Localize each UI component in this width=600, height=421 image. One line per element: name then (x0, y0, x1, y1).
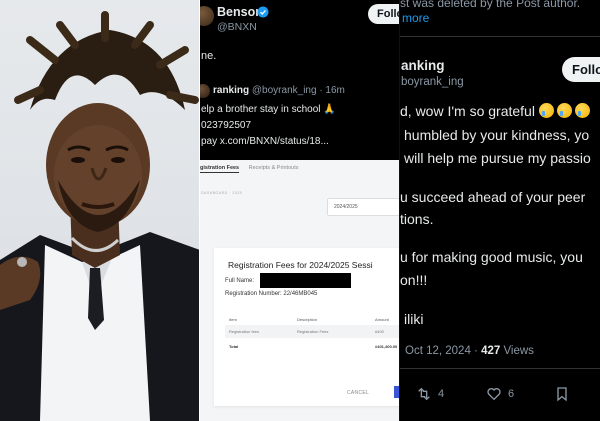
follow-button[interactable]: Follo (368, 4, 400, 24)
heart-icon (487, 388, 501, 401)
table-cell: Registration fees (229, 329, 260, 334)
middle-tweet-panel: Benson @BNXN Follo ne. ranking @boyrank_… (200, 0, 400, 421)
registration-number: Registration Number: 22/46MB045 (225, 291, 318, 297)
views-count: 427 (481, 345, 501, 357)
table-row: Registration fees Registration Fees #400 (225, 325, 400, 338)
quoted-tweet-header[interactable]: ranking @boyrank_ing · 16m (213, 85, 345, 96)
session-select[interactable]: 2024/2025 (327, 198, 400, 216)
crying-emoji-icon (574, 103, 590, 118)
tweet-text-line: will help me pursue my passio (404, 150, 591, 166)
portrait-photo (0, 0, 200, 421)
fees-table-header: Item Description Amount (225, 313, 400, 323)
tweet-text-line: d, wow I'm so grateful (400, 103, 593, 119)
retweet-button[interactable]: 4 (416, 386, 444, 402)
registration-form-screenshot: gistration Fees Receipts & Printouts DAS… (200, 160, 400, 421)
tweet-timestamp[interactable]: Oct 12, 2024 · (405, 345, 478, 357)
deleted-post-notice: st was deleted by the Post author. (400, 0, 581, 10)
tweet-author-name[interactable]: anking (401, 58, 445, 73)
table-total-row: Total #401,400.00 (225, 340, 400, 353)
retweet-icon (418, 387, 430, 401)
tab-registration-fees[interactable]: gistration Fees (200, 165, 240, 173)
right-tweet-panel: st was deleted by the Post author. more … (400, 0, 600, 421)
tweet-text: d, wow I'm so grateful (400, 103, 535, 119)
quoted-author-avatar[interactable] (200, 84, 210, 98)
tweet-meta: Oct 12, 2024 · 427 Views (405, 345, 534, 357)
tweet-text: ne. (201, 50, 217, 62)
follow-button[interactable]: Follo (562, 57, 600, 82)
retweet-count: 4 (438, 388, 445, 400)
quoted-author-handle: @boyrank_ing · 16m (251, 85, 345, 96)
views-label: Views (503, 345, 534, 357)
total-value: #401,400.00 (375, 344, 398, 349)
benson-avatar[interactable] (200, 6, 214, 26)
quoted-tweet-line: 023792507 (201, 120, 252, 131)
tweet-author-handle[interactable]: boyrank_ing (401, 76, 464, 88)
man-portrait-illustration (0, 11, 200, 421)
table-cell: #400 (375, 329, 384, 334)
form-tabs: gistration Fees Receipts & Printouts (200, 165, 299, 173)
tweet-author-handle[interactable]: @BNXN (217, 21, 257, 33)
divider (400, 36, 600, 37)
tab-receipts[interactable]: Receipts & Printouts (249, 165, 299, 171)
divider (400, 368, 600, 369)
bookmark-icon (557, 387, 567, 402)
tweet-text-line: tions. (400, 211, 434, 227)
quoted-tweet-link[interactable]: pay x.com/BNXN/status/18... (201, 136, 329, 147)
cancel-button[interactable]: CANCEL (347, 390, 369, 396)
verified-badge-icon (257, 6, 269, 18)
crying-emoji-icon (538, 103, 554, 118)
total-label: Total (229, 344, 239, 349)
redacted-name-block (260, 273, 351, 288)
form-breadcrumb: DASHBOARD · 2025 (201, 191, 243, 195)
quoted-author-name: ranking (213, 85, 250, 96)
tweet-text-line: on!!! (400, 272, 428, 288)
tweet-text-line: u succeed ahead of your peer (400, 189, 586, 205)
fees-card: Registration Fees for 2024/2025 Sessi Fu… (214, 248, 400, 406)
fees-card-title: Registration Fees for 2024/2025 Sessi (228, 260, 373, 270)
show-more-link[interactable]: more (402, 11, 429, 25)
tweet-signoff: iliki (404, 311, 424, 327)
quoted-tweet-line: elp a brother stay in school 🙏 (201, 104, 336, 115)
table-header-cell: Item (229, 317, 237, 322)
crying-emoji-icon (556, 103, 572, 118)
like-count: 6 (508, 388, 515, 400)
like-button[interactable]: 6 (486, 386, 514, 402)
table-header-cell: Description (297, 317, 318, 322)
table-cell: Registration Fees (297, 329, 329, 334)
tweet-text-line: humbled by your kindness, yo (404, 127, 590, 143)
tweet-author-name[interactable]: Benson (217, 5, 263, 19)
table-header-cell: Amount (375, 317, 389, 322)
tweet-text-line: u for making good music, you (400, 249, 583, 265)
bookmark-button[interactable] (555, 386, 575, 402)
full-name-label: Full Name: (225, 278, 255, 284)
